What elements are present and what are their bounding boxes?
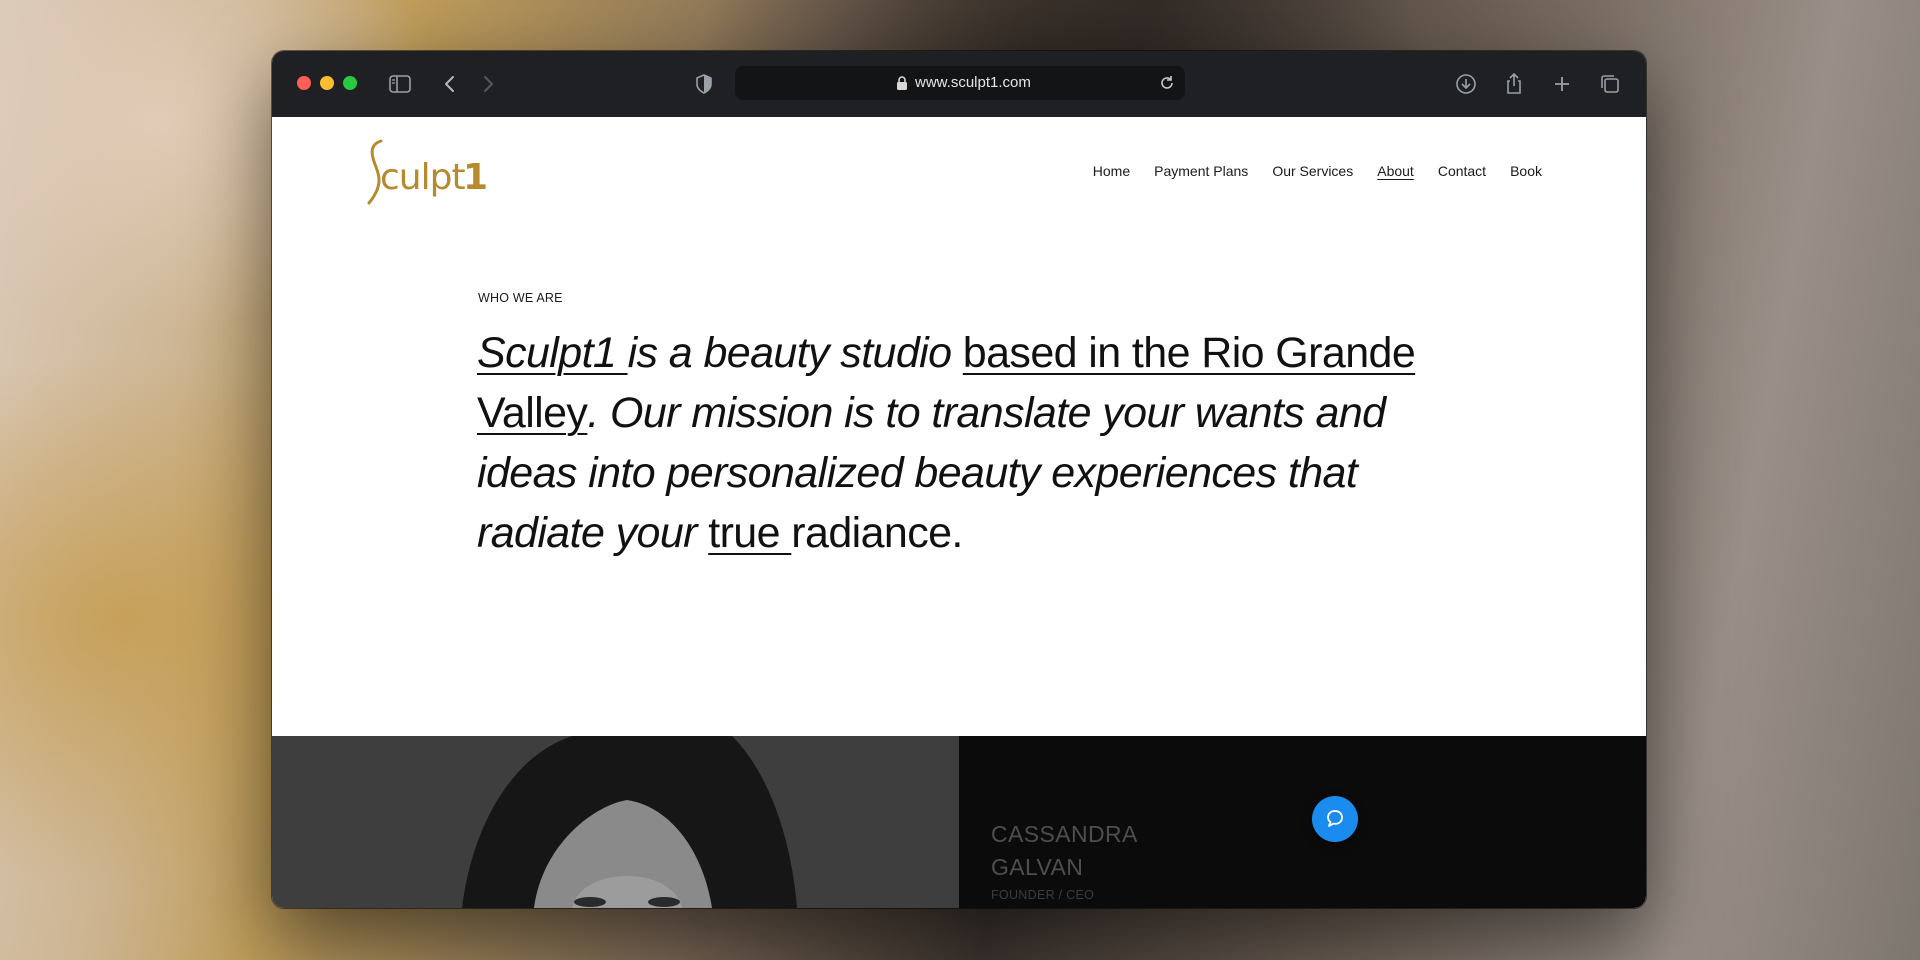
headline-text: is a beauty studio bbox=[627, 329, 963, 377]
nav-payment-plans[interactable]: Payment Plans bbox=[1154, 163, 1248, 179]
address-bar[interactable]: www.sculpt1.com bbox=[735, 66, 1185, 100]
zoom-window-button[interactable] bbox=[343, 76, 357, 90]
brand-name-link[interactable]: Sculpt1 bbox=[477, 329, 628, 377]
nav-contact[interactable]: Contact bbox=[1438, 163, 1486, 179]
chat-widget-button[interactable] bbox=[1312, 796, 1358, 842]
lock-icon bbox=[895, 75, 909, 91]
back-icon[interactable] bbox=[437, 71, 463, 97]
svg-text:1: 1 bbox=[463, 157, 488, 198]
browser-toolbar: www.sculpt1.com bbox=[272, 51, 1646, 118]
browser-window: www.sculpt1.com culpt 1 Home Payment Pla… bbox=[272, 51, 1646, 908]
section-eyebrow: WHO WE ARE bbox=[478, 291, 563, 305]
sculpt1-logo[interactable]: culpt 1 bbox=[352, 137, 492, 207]
member-name: CASSANDRA GALVAN bbox=[991, 821, 1138, 880]
close-window-button[interactable] bbox=[297, 76, 311, 90]
chat-bubble-icon bbox=[1327, 810, 1343, 827]
radiance-text: radiance. bbox=[791, 509, 963, 557]
team-section: CASSANDRA GALVAN FOUNDER / CEO bbox=[272, 736, 1646, 908]
about-headline: Sculpt1 is a beauty studio based in the … bbox=[477, 323, 1417, 563]
svg-text:culpt: culpt bbox=[380, 157, 465, 198]
share-icon[interactable] bbox=[1501, 71, 1527, 97]
nav-home[interactable]: Home bbox=[1093, 163, 1130, 179]
sidebar-toggle-icon[interactable] bbox=[387, 71, 413, 97]
true-link[interactable]: true bbox=[708, 509, 791, 557]
nav-book[interactable]: Book bbox=[1510, 163, 1542, 179]
member-role: FOUNDER / CEO bbox=[991, 888, 1095, 902]
url-text: www.sculpt1.com bbox=[915, 74, 1031, 91]
forward-icon[interactable] bbox=[475, 71, 501, 97]
nav-about[interactable]: About bbox=[1377, 163, 1414, 179]
main-nav: Home Payment Plans Our Services About Co… bbox=[1093, 163, 1542, 179]
founder-photo bbox=[272, 736, 959, 908]
web-page: culpt 1 Home Payment Plans Our Services … bbox=[272, 117, 1646, 908]
minimize-window-button[interactable] bbox=[320, 76, 334, 90]
reload-icon[interactable] bbox=[1157, 73, 1177, 93]
privacy-shield-icon[interactable] bbox=[691, 71, 717, 97]
tab-overview-icon[interactable] bbox=[1597, 71, 1623, 97]
nav-our-services[interactable]: Our Services bbox=[1272, 163, 1353, 179]
downloads-icon[interactable] bbox=[1453, 71, 1479, 97]
new-tab-icon[interactable] bbox=[1549, 71, 1575, 97]
founder-bio-panel: CASSANDRA GALVAN FOUNDER / CEO bbox=[959, 736, 1646, 908]
